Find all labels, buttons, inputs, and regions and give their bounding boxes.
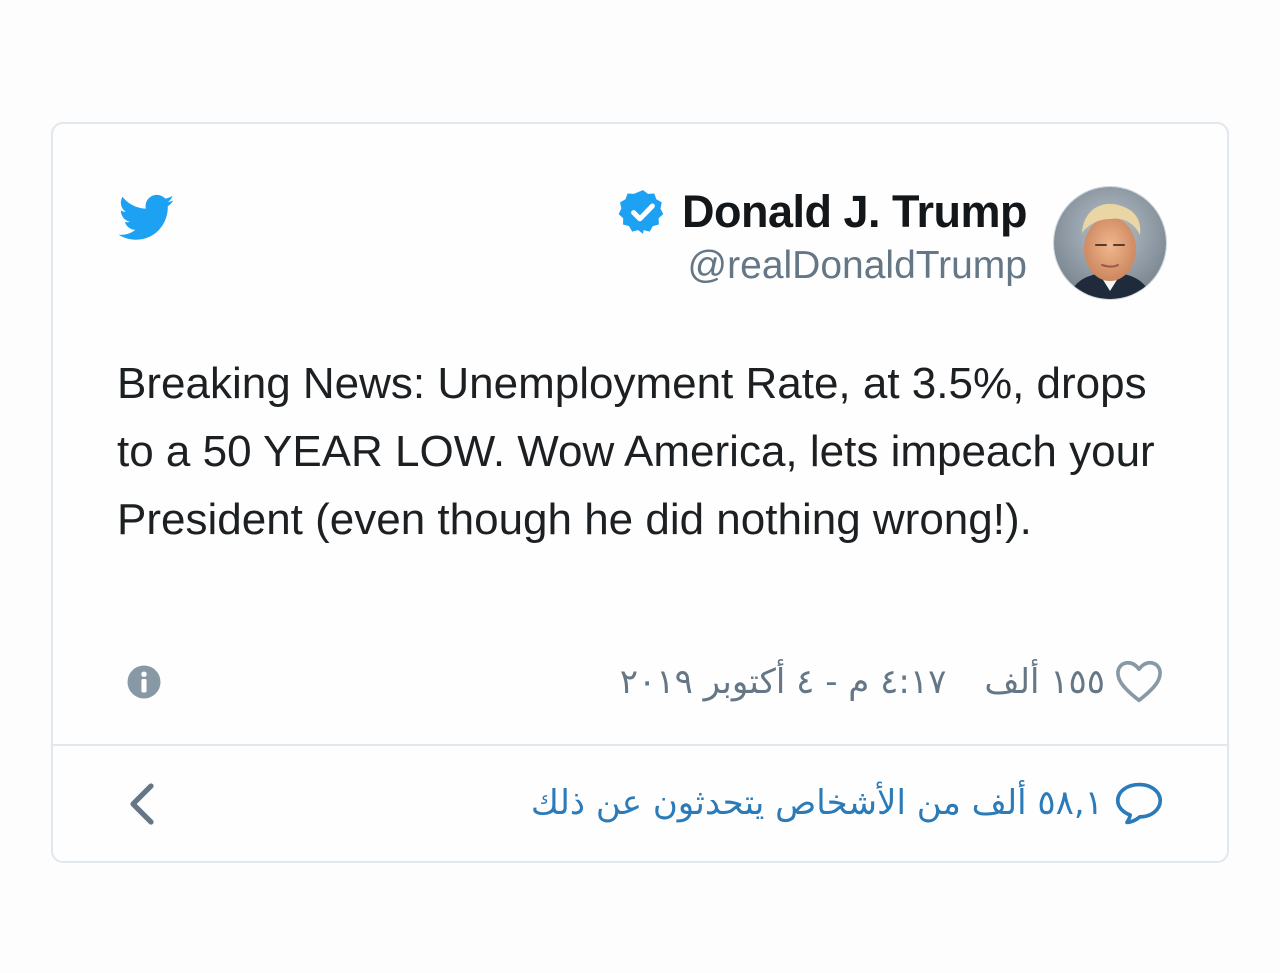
conversation-link[interactable]: ٥٨,١ ألف من الأشخاص يتحدثون عن ذلك xyxy=(531,780,1163,826)
author-name-row: Donald J. Trump xyxy=(618,186,1028,238)
avatar[interactable] xyxy=(1053,186,1167,300)
chevron-left-icon[interactable] xyxy=(125,780,161,828)
speech-bubble-icon xyxy=(1115,782,1163,825)
tweet-timestamp[interactable]: ٤:١٧ م - ٤ أكتوبر ٢٠١٩ xyxy=(620,662,947,702)
tweet-meta: ١٥٥ ألف ٤:١٧ م - ٤ أكتوبر ٢٠١٩ xyxy=(620,660,1163,704)
heart-icon xyxy=(1116,660,1162,703)
conversation-footer[interactable]: ٥٨,١ ألف من الأشخاص يتحدثون عن ذلك xyxy=(53,746,1227,863)
author-display-name[interactable]: Donald J. Trump xyxy=(682,186,1028,238)
avatar-portrait xyxy=(1054,187,1166,299)
tweet-text: Breaking News: Unemployment Rate, at 3.5… xyxy=(117,359,1155,544)
like-count: ١٥٥ ألف xyxy=(984,662,1105,702)
twitter-bird-icon[interactable] xyxy=(119,194,175,242)
tweet-card[interactable]: Donald J. Trump @realDonaldTrump Breakin… xyxy=(51,122,1229,863)
info-icon[interactable] xyxy=(126,664,162,700)
like-button[interactable]: ١٥٥ ألف xyxy=(984,660,1163,704)
author-block[interactable]: Donald J. Trump @realDonaldTrump xyxy=(618,186,1028,288)
conversation-text: ٥٨,١ ألف من الأشخاص يتحدثون عن ذلك xyxy=(530,783,1103,823)
verified-badge-icon xyxy=(618,190,664,234)
author-handle[interactable]: @realDonaldTrump xyxy=(618,244,1027,288)
